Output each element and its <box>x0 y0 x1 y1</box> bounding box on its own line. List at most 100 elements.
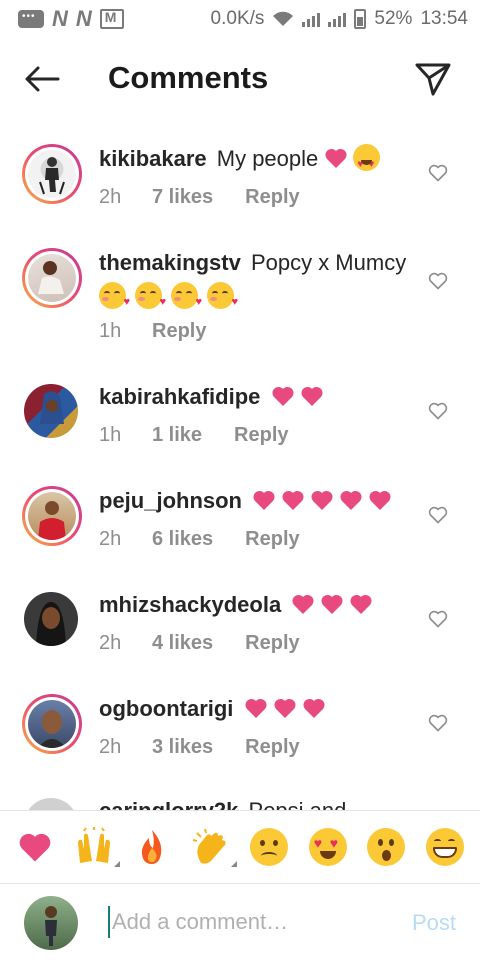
emoji-sad-button[interactable] <box>247 825 291 869</box>
avatar[interactable] <box>24 384 78 438</box>
kissing-face-emoji: ♥ <box>207 282 238 309</box>
chat-icon <box>18 10 44 28</box>
sad-face-icon <box>250 828 289 866</box>
paper-plane-icon <box>415 63 451 96</box>
kissing-face-emoji: ♥ <box>171 282 202 309</box>
heart-emoji <box>340 490 362 510</box>
n-icon: N <box>75 6 92 31</box>
avatar[interactable] <box>24 798 78 810</box>
share-button[interactable] <box>414 60 452 98</box>
emoji-surprised-button[interactable] <box>364 825 408 869</box>
emoji-quick-bar: ♥ ♥ <box>0 810 480 884</box>
kissing-face-emoji: ♥ <box>99 282 130 309</box>
heart-emoji <box>321 594 343 614</box>
like-heart-icon[interactable] <box>428 272 448 290</box>
raised-hands-icon <box>77 827 110 863</box>
reply-button[interactable]: Reply <box>245 732 299 762</box>
comment-username[interactable]: caringlorry2k <box>99 798 245 810</box>
avatar[interactable] <box>24 592 78 646</box>
heart-emoji <box>271 386 294 406</box>
emoji-heart-eyes-button[interactable]: ♥ ♥ <box>306 825 350 869</box>
comment-likes[interactable]: 3 likes <box>152 732 213 762</box>
reply-button[interactable]: Reply <box>152 316 206 346</box>
battery-percent: 52% <box>374 8 413 29</box>
arrow-left-icon <box>25 66 60 92</box>
comment-input[interactable] <box>108 906 388 938</box>
heart-emoji <box>369 490 391 510</box>
reply-button[interactable]: Reply <box>245 628 299 658</box>
comment-username[interactable]: kabirahkafidipe <box>99 384 267 409</box>
comment-time: 2h <box>99 736 122 758</box>
comment-item: ogboontarigi 2h 3 likes Reply <box>0 674 480 778</box>
comment-item: mhizshackydeola 2h 4 likes Reply <box>0 570 480 674</box>
clapping-hands-icon <box>192 828 226 864</box>
like-heart-icon[interactable] <box>428 714 448 732</box>
avatar[interactable] <box>22 486 82 546</box>
battery-icon <box>354 9 367 29</box>
comment-username[interactable]: mhizshackydeola <box>99 592 287 617</box>
current-user-avatar <box>24 896 78 950</box>
emoji-heart-button[interactable] <box>13 825 57 869</box>
reply-button[interactable]: Reply <box>245 524 299 554</box>
comment-item: peju_johnson 2h 6 likes Reply <box>0 466 480 570</box>
wifi-icon <box>272 11 294 27</box>
emoji-grinning-button[interactable] <box>423 825 467 869</box>
avatar[interactable] <box>22 248 82 308</box>
comment-item: kabirahkafidipe 1h 1 like Reply <box>0 362 480 466</box>
back-button[interactable] <box>22 62 62 96</box>
comment-username[interactable]: themakingstv <box>99 250 247 275</box>
reply-button[interactable]: Reply <box>234 420 288 450</box>
comment-time: 2h <box>99 186 122 208</box>
gmail-icon <box>99 9 124 29</box>
comment-composer: Post <box>0 884 480 960</box>
like-heart-icon[interactable] <box>428 402 448 420</box>
comment-likes[interactable]: 4 likes <box>152 628 213 658</box>
status-bar: N N 0.0K/s 52% 13:54 <box>0 0 480 38</box>
emoji-clapping-hands-button[interactable] <box>189 825 237 869</box>
comment-username[interactable]: kikibakare <box>99 146 213 171</box>
comment-likes[interactable]: 7 likes <box>152 182 213 212</box>
network-speed: 0.0K/s <box>210 8 265 29</box>
comment-time: 2h <box>99 632 122 654</box>
notification-icons: N N <box>18 6 124 32</box>
comment-text: Pepsi and <box>249 798 347 810</box>
clock: 13:54 <box>420 8 468 29</box>
comment-time: 1h <box>99 424 122 446</box>
heart-eyes-face-icon: ♥ ♥ <box>308 828 347 866</box>
comment-item: kikibakare My people ♥ ♥ 2h 7 likes Reply <box>0 124 480 228</box>
post-button[interactable]: Post <box>412 910 456 936</box>
heart-emoji <box>300 386 323 406</box>
heart-emoji <box>303 698 325 718</box>
comment-item: caringlorry2k Pepsi and <box>0 778 480 810</box>
heart-emoji <box>253 490 275 510</box>
grinning-face-icon <box>425 828 464 866</box>
avatar[interactable] <box>22 694 82 754</box>
heart-emoji <box>311 490 333 510</box>
comment-text: Popcy x Mumcy <box>250 250 407 275</box>
comment-time: 1h <box>99 320 122 342</box>
comment-text: My people <box>216 146 325 171</box>
heart-emoji <box>274 698 296 718</box>
like-heart-icon[interactable] <box>428 164 448 182</box>
heart-icon <box>19 833 51 862</box>
like-heart-icon[interactable] <box>428 610 448 628</box>
signal-icon <box>328 11 347 27</box>
avatar[interactable] <box>22 144 82 204</box>
emoji-fire-button[interactable] <box>130 825 174 869</box>
like-heart-icon[interactable] <box>428 506 448 524</box>
signal-icon <box>302 11 321 27</box>
emoji-raised-hands-button[interactable] <box>72 825 120 869</box>
comment-time: 2h <box>99 528 122 550</box>
heart-emoji <box>292 594 314 614</box>
comment-likes[interactable]: 1 like <box>152 420 202 450</box>
comment-item: themakingstv Popcy x Mumcy ♥ ♥ ♥ ♥ 1h Reply <box>0 228 480 362</box>
comment-likes[interactable]: 6 likes <box>152 524 213 554</box>
page-title: Comments <box>108 60 269 95</box>
heart-emoji <box>282 490 304 510</box>
comment-username[interactable]: peju_johnson <box>99 488 248 513</box>
reply-button[interactable]: Reply <box>245 182 299 212</box>
comments-list[interactable]: kikibakare My people ♥ ♥ 2h 7 likes Reply… <box>0 124 480 810</box>
n-icon: N <box>52 6 68 31</box>
header: Comments <box>0 48 480 112</box>
comment-username[interactable]: ogboontarigi <box>99 696 240 721</box>
